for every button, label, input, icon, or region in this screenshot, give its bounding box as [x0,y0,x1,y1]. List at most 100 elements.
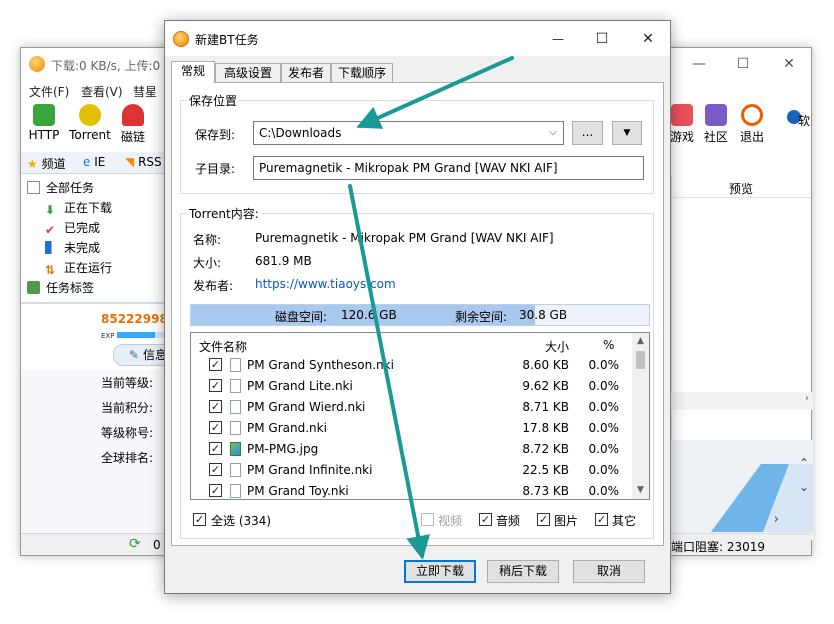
community-button[interactable]: 社区 [699,102,733,145]
chevron-up-icon[interactable]: ⌃ [799,456,809,470]
column-preview[interactable]: 预览 [729,180,753,197]
subdir-input[interactable]: Puremagnetik - Mikropak PM Grand [WAV NK… [253,156,644,180]
file-icon [230,484,241,498]
close-icon[interactable]: ✕ [779,54,799,74]
tab-ie[interactable]: e IE [83,155,105,169]
file-checkbox[interactable]: ✓ [209,358,222,371]
tree-downloading[interactable]: ⬇ 正在下载 [45,199,112,219]
refresh-icon[interactable]: ⟳ [129,536,141,552]
file-row[interactable]: ✓ PM-PMG.jpg 8.72 KB 0.0% [191,439,633,460]
minimize-icon[interactable]: — [545,27,571,51]
cancel-button[interactable]: 取消 [573,560,645,583]
file-list-scrollbar[interactable]: ▲ ▼ [632,333,649,499]
tab-channel[interactable]: ★ 频道 [27,155,66,172]
magnet-button[interactable]: 磁链 [113,102,153,145]
browse-button[interactable]: ... [572,121,603,145]
tree-running-label: 正在运行 [64,261,113,275]
file-checkbox[interactable]: ✓ [209,484,222,497]
label-current-level: 当前等级: [101,376,154,390]
name-label: 名称: [193,233,222,247]
column-percent[interactable]: % [603,338,614,352]
tab-advanced[interactable]: 高级设置 [215,63,281,83]
tab-general[interactable]: 常规 [171,61,215,83]
toolbar-right-group: 游戏 社区 退出 软 [665,102,813,150]
browse-menu-button[interactable]: ▼ [612,121,642,145]
exp-label: EXP [101,332,115,340]
label-level-title: 等级称号: [101,426,154,440]
file-checkbox[interactable]: ✓ [209,442,222,455]
scroll-up-icon[interactable]: ▲ [632,333,649,350]
tree-all-tasks[interactable]: 全部任务 [27,179,94,199]
exit-button[interactable]: 退出 [735,102,769,145]
file-icon [230,400,241,414]
subdir-label: 子目录: [195,162,236,176]
column-size[interactable]: 大小 [545,338,569,355]
menu-comet[interactable]: 彗星 [133,83,157,100]
torrent-name: Puremagnetik - Mikropak PM Grand [WAV NK… [255,231,554,245]
select-all-checkbox[interactable]: ✓ [193,513,206,526]
filter-video-checkbox[interactable] [421,513,434,526]
filter-other-checkbox[interactable]: ✓ [595,513,608,526]
file-checkbox[interactable]: ✓ [209,421,222,434]
tab-publisher[interactable]: 发布者 [281,63,331,83]
chevron-right-icon[interactable]: › [774,512,779,527]
download-now-button[interactable]: 立即下载 [404,560,476,583]
save-to-combobox[interactable]: C:\Downloads ⌵ [253,121,564,145]
tree-tags[interactable]: 任务标签 [27,279,94,299]
tab-download-order[interactable]: 下载顺序 [331,63,393,83]
publisher-label: 发布者: [193,279,234,293]
file-percent: 0.0% [588,421,620,435]
app-logo-icon [173,31,189,47]
tree-incomplete[interactable]: 未完成 [45,239,100,259]
file-checkbox[interactable]: ✓ [209,400,222,413]
chevron-down-icon[interactable]: ⌵ [547,122,559,144]
http-button[interactable]: HTTP [21,102,67,142]
scroll-right-icon[interactable]: › [805,393,809,404]
file-row[interactable]: ✓ PM Grand Wierd.nki 8.71 KB 0.0% [191,397,633,418]
file-percent: 0.0% [588,484,620,498]
filter-image-checkbox[interactable]: ✓ [537,513,550,526]
file-size: 22.5 KB [522,463,569,477]
maximize-icon[interactable]: ☐ [733,54,753,74]
file-row[interactable]: ✓ PM Grand Toy.nki 8.73 KB 0.0% [191,481,633,499]
file-icon [230,463,241,477]
exp-progress-fill [117,332,155,338]
filter-audio-checkbox[interactable]: ✓ [479,513,492,526]
menu-file[interactable]: 文件(F) [29,83,69,100]
file-row[interactable]: ✓ PM Grand Lite.nki 9.62 KB 0.0% [191,376,633,397]
filter-image-label: 图片 [554,514,579,528]
rss-icon: ◥ [125,155,135,169]
power-icon [741,104,763,126]
minimize-icon[interactable]: — [689,54,709,74]
close-icon[interactable]: ✕ [635,27,661,51]
tree-completed[interactable]: ✔ 已完成 [45,219,100,239]
grid-hscrollbar[interactable]: › [671,392,813,410]
download-later-button[interactable]: 稍后下载 [487,560,559,583]
save-location-group: 保存位置 保存到: C:\Downloads ⌵ ... ▼ 子目录: Pure… [180,92,654,194]
file-checkbox[interactable]: ✓ [209,463,222,476]
speed-graph: ⌃ ⌄ › [671,440,813,540]
chevron-down-icon[interactable]: ⌄ [799,480,809,494]
image-file-icon [230,442,241,456]
column-file-name[interactable]: 文件名称 [199,338,247,355]
menu-view[interactable]: 查看(V) [81,83,123,100]
file-checkbox[interactable]: ✓ [209,379,222,392]
tab-rss[interactable]: ◥ RSS [125,155,162,169]
software-button[interactable]: 软 [777,102,811,129]
scroll-down-icon[interactable]: ▼ [632,482,649,499]
file-row[interactable]: ✓ PM Grand.nki 17.8 KB 0.0% [191,418,633,439]
tree-downloading-label: 正在下载 [64,201,113,215]
file-size: 9.62 KB [522,379,569,393]
file-name: PM Grand.nki [247,421,327,435]
file-size: 8.71 KB [522,400,569,414]
task-grid-header: 预览 [671,176,811,198]
torrent-button[interactable]: Torrent [67,102,113,142]
file-row[interactable]: ✓ PM Grand Syntheson.nki 8.60 KB 0.0% [191,355,633,376]
dialog-titlebar: 新建BT任务 — ☐ ✕ [165,21,670,56]
tree-running[interactable]: ⇅ 正在运行 [45,259,112,279]
file-row[interactable]: ✓ PM Grand Infinite.nki 22.5 KB 0.0% [191,460,633,481]
scroll-thumb[interactable] [636,351,645,369]
publisher-link[interactable]: https://www.tiaoys.com [255,277,396,291]
maximize-icon[interactable]: ☐ [589,27,615,51]
save-to-label: 保存到: [195,128,236,142]
